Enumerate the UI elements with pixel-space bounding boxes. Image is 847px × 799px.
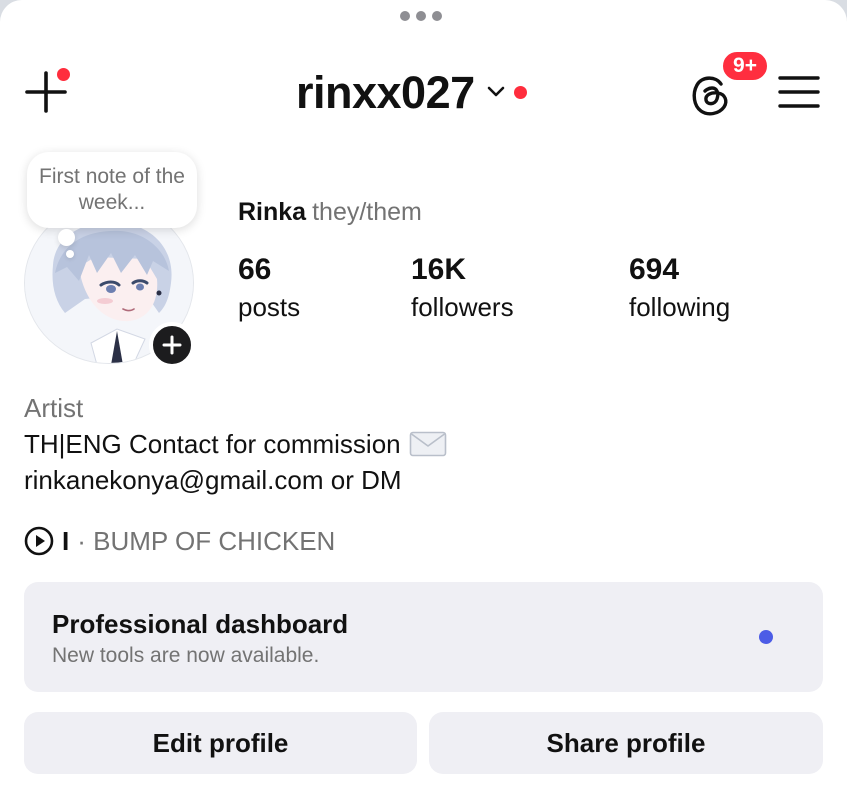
stat-value: 16K [411,253,467,286]
add-story-button[interactable] [149,322,195,368]
username: rinxx027 [296,66,475,118]
note-bubble-tail-small [66,250,74,258]
create-notification-dot [55,66,72,83]
note-bubble[interactable]: First note of the week... [27,152,197,228]
profile-sheet: rinxx027 9+ First note of the week... Ri… [0,0,847,799]
professional-dashboard-card[interactable]: Professional dashboard New tools are now… [24,582,823,692]
bio-text: TH|ENG Contact for commission [24,429,401,459]
play-icon [24,526,54,556]
display-name: Rinka [238,198,307,226]
threads-notification-badge: 9+ [720,49,770,83]
bio-line-2[interactable]: rinkanekonya@gmail.com or DM [24,463,402,497]
stat-label: posts [238,292,301,322]
note-text: First note of the week... [39,165,185,214]
dashboard-title: Professional dashboard [52,609,349,639]
menu-icon [778,76,820,108]
stat-followers[interactable]: 16K followers [411,253,514,327]
sheet-grabber[interactable] [400,11,442,21]
chevron-down-icon [487,86,504,97]
pronouns: they/them [312,198,422,226]
dashboard-subtitle: New tools are now available. [52,644,320,667]
stat-following[interactable]: 694 following [629,253,730,327]
profile-music[interactable]: I · BUMP OF CHICKEN [24,524,335,558]
envelope-icon [409,431,446,457]
plus-icon [162,335,182,355]
note-bubble-tail [58,229,75,246]
song-artist: · BUMP OF CHICKEN [77,525,336,556]
stat-label: following [629,292,731,322]
username-notification-dot [513,85,527,99]
stat-label: followers [411,292,514,322]
edit-profile-button[interactable]: Edit profile [24,712,417,774]
menu-button[interactable] [778,74,820,110]
song-title: I [62,525,70,556]
stat-posts[interactable]: 66 posts [238,253,300,327]
profile-category: Artist [24,393,84,423]
stat-value: 66 [238,253,272,286]
dashboard-unread-dot [759,630,773,644]
share-profile-button[interactable]: Share profile [429,712,823,774]
stat-value: 694 [629,253,680,286]
account-switcher[interactable]: rinxx027 [296,66,527,118]
profile-name-line: Rinka they/them [238,197,422,227]
bio-line-1: TH|ENG Contact for commission [24,427,447,461]
